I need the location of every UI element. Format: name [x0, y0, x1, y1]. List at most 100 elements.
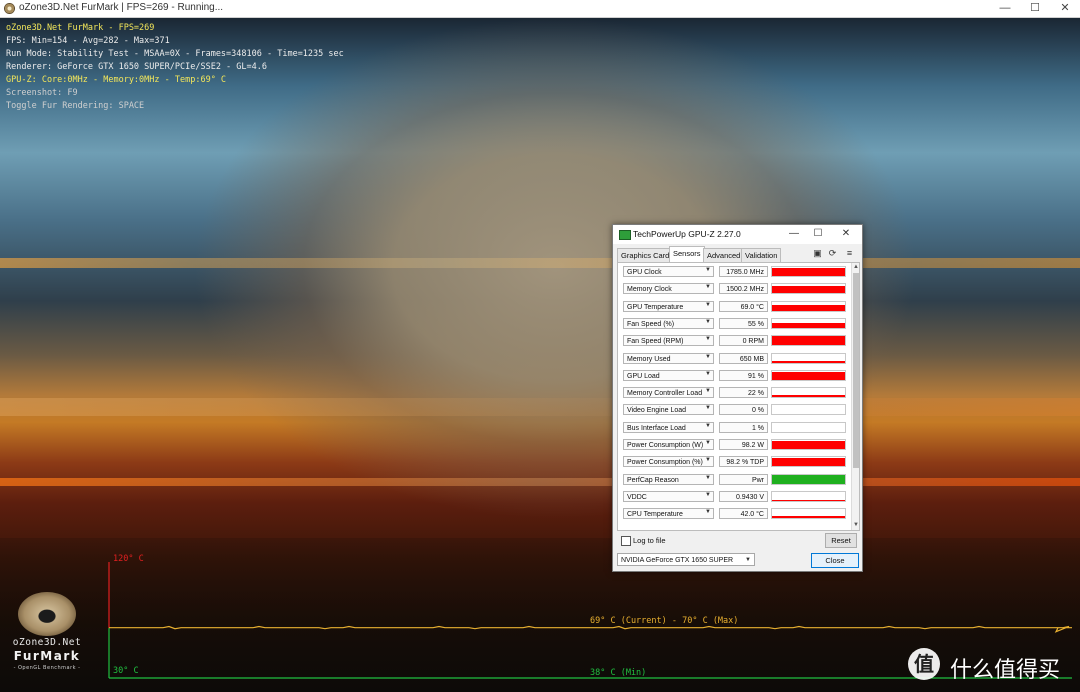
sensor-graph-fill	[772, 268, 845, 276]
sensor-name-select[interactable]: Fan Speed (RPM)	[623, 335, 714, 347]
gpu-device-select[interactable]: NVIDIA GeForce GTX 1650 SUPER ▼	[617, 553, 755, 566]
logo-text-ozone3d: oZone3D.Net	[12, 637, 82, 648]
reset-button[interactable]: Reset	[825, 533, 857, 548]
graph-current-label: 69° C (Current) - 70° C (Max)	[590, 616, 739, 626]
gpuz-close-button[interactable]: ✕	[837, 227, 855, 241]
tab-advanced[interactable]: Advanced	[703, 248, 745, 262]
temperature-line	[109, 625, 1072, 633]
graph-min-label: 30° C	[113, 666, 139, 676]
sensor-graph	[771, 421, 846, 433]
chevron-down-icon[interactable]: ▼	[705, 492, 711, 498]
motion-streak	[0, 258, 1080, 268]
gpuz-app-icon	[619, 230, 631, 240]
sensor-graph-fill	[772, 322, 845, 328]
chevron-down-icon[interactable]: ▼	[705, 509, 711, 515]
sensor-name-select[interactable]: PerfCap Reason	[623, 473, 714, 485]
chevron-down-icon[interactable]: ▼	[705, 440, 711, 446]
donut-logo-icon	[18, 592, 76, 636]
motion-streak	[0, 478, 1080, 486]
chevron-down-icon[interactable]: ▼	[705, 284, 711, 290]
sensor-name-select[interactable]: CPU Temperature	[623, 508, 714, 520]
sensor-value: 98.2 W	[719, 439, 768, 450]
chevron-down-icon[interactable]: ▼	[705, 388, 711, 394]
sensor-name-select[interactable]: Power Consumption (W)	[623, 439, 714, 450]
sensor-name-select[interactable]: GPU Load	[623, 369, 714, 381]
maximize-button[interactable]: ☐	[1020, 0, 1050, 17]
hud-renderer: Renderer: GeForce GTX 1650 SUPER/PCIe/SS…	[6, 62, 267, 72]
gpuz-minimize-button[interactable]: —	[785, 227, 803, 241]
sensor-name-select[interactable]: Fan Speed (%)	[623, 317, 714, 329]
sensor-row: GPU Clock ▼ 1785.0 MHz	[620, 265, 846, 279]
tab-graphics-card[interactable]: Graphics Card	[617, 248, 674, 262]
sensor-value: 1785.0 MHz	[719, 266, 768, 277]
gpuz-window-title: TechPowerUp GPU-Z 2.27.0	[633, 229, 741, 239]
scroll-up-icon[interactable]: ▲	[852, 263, 859, 271]
sensor-value: 98.2 % TDP	[719, 456, 768, 468]
hud-fps-stats: FPS: Min=154 - Avg=282 - Max=371	[6, 36, 170, 46]
chevron-down-icon[interactable]: ▼	[705, 423, 711, 429]
chevron-down-icon[interactable]: ▼	[705, 267, 711, 273]
sensor-row: Power Consumption (W) ▼ 98.2 W	[620, 438, 846, 452]
hud-gpuz-info: GPU-Z: Core:0MHz - Memory:0MHz - Temp:69…	[6, 75, 227, 85]
hud-toggle-hint: Toggle Fur Rendering: SPACE	[6, 101, 145, 111]
chevron-down-icon[interactable]: ▼	[705, 371, 711, 377]
chevron-down-icon[interactable]: ▼	[705, 354, 711, 360]
chevron-down-icon[interactable]: ▼	[705, 302, 711, 308]
log-to-file-checkbox[interactable]	[621, 536, 631, 546]
motion-streak	[0, 398, 1080, 416]
sensor-graph	[771, 317, 846, 329]
close-button[interactable]: ✕	[1050, 0, 1080, 17]
logo-text-subtitle: - OpenGL Benchmark -	[13, 665, 81, 671]
tab-validation[interactable]: Validation	[741, 248, 782, 262]
sensor-graph-fill	[772, 395, 845, 398]
sensors-scrollbar[interactable]: ▲ ▼	[851, 263, 859, 530]
gpuz-titlebar[interactable]: TechPowerUp GPU-Z 2.27.0 — ☐ ✕	[613, 225, 862, 244]
sensor-name-select[interactable]: Memory Clock	[623, 283, 714, 295]
sensor-graph	[771, 387, 846, 399]
sensor-graph	[771, 300, 846, 312]
sensor-name-select[interactable]: Power Consumption (%)	[623, 456, 714, 468]
sensor-graph	[771, 352, 846, 364]
sensor-value: Pwr	[719, 473, 768, 485]
furmark-titlebar[interactable]: oZone3D.Net FurMark | FPS=269 - Running.…	[0, 0, 1080, 18]
sensor-graph-fill	[772, 361, 845, 363]
sensor-name-select[interactable]: GPU Clock	[623, 266, 714, 277]
sensor-graph	[771, 456, 846, 468]
sensor-graph	[771, 283, 846, 295]
hud-screenshot-hint: Screenshot: F9	[6, 88, 78, 98]
sensor-row: Video Engine Load ▼ 0 %	[620, 403, 846, 417]
chevron-down-icon[interactable]: ▼	[705, 405, 711, 411]
sensor-name-select[interactable]: VDDC	[623, 490, 714, 502]
sensor-name-select[interactable]: Video Engine Load	[623, 404, 714, 416]
graph-max-label: 120° C	[113, 554, 144, 564]
scroll-down-icon[interactable]: ▼	[852, 521, 859, 529]
scrollbar-thumb[interactable]	[853, 273, 859, 468]
sensor-graph-fill	[772, 371, 845, 380]
sensor-row: Bus Interface Load ▼ 1 %	[620, 421, 846, 435]
sensor-value: 0 %	[719, 404, 768, 416]
chevron-down-icon[interactable]: ▼	[705, 319, 711, 325]
camera-icon[interactable]: ▣	[812, 248, 823, 259]
refresh-icon[interactable]: ⟳	[827, 248, 838, 259]
sensor-graph-fill	[772, 285, 845, 294]
sensor-row: Memory Clock ▼ 1500.2 MHz	[620, 282, 846, 296]
sensor-graph-fill	[772, 515, 845, 519]
menu-icon[interactable]: ≡	[844, 248, 855, 259]
sensor-name-select[interactable]: Bus Interface Load	[623, 421, 714, 433]
sensor-graph-fill	[772, 440, 845, 449]
sensor-name-select[interactable]: Memory Controller Load	[623, 387, 714, 399]
furmark-logo: oZone3D.Net FurMark - OpenGL Benchmark -	[4, 592, 90, 682]
chevron-down-icon[interactable]: ▼	[705, 336, 711, 342]
chevron-down-icon[interactable]: ▼	[705, 475, 711, 481]
chevron-down-icon[interactable]: ▼	[705, 457, 711, 463]
minimize-button[interactable]: —	[990, 0, 1020, 17]
tab-sensors[interactable]: Sensors	[669, 246, 705, 262]
gpuz-close-button-bottom[interactable]: Close	[811, 553, 859, 568]
watermark-text: 什么值得买	[950, 658, 1061, 683]
sensor-row: Fan Speed (%) ▼ 55 %	[620, 317, 846, 331]
sensor-name-select[interactable]: GPU Temperature	[623, 300, 714, 312]
sensor-value: 1500.2 MHz	[719, 283, 768, 295]
gpuz-maximize-button[interactable]: ☐	[809, 227, 827, 241]
sensor-name-select[interactable]: Memory Used	[623, 352, 714, 364]
sensor-value: 42.0 °C	[719, 508, 768, 520]
